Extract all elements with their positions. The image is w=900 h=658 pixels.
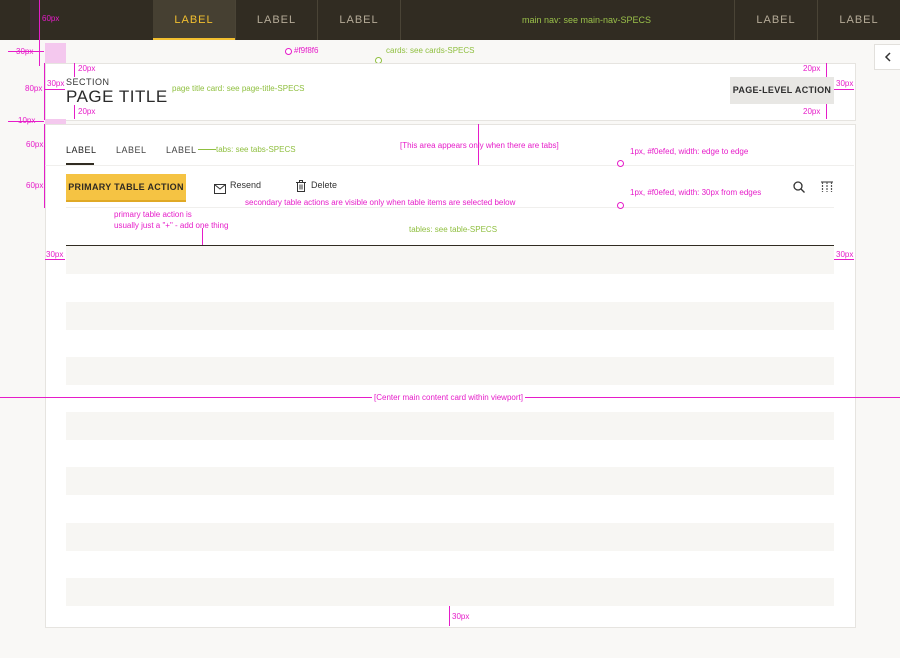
measure-line: [826, 104, 827, 119]
padding-left-label: 30px: [47, 79, 65, 88]
measure-line: [45, 259, 65, 260]
padding-top-label: 20px: [78, 64, 96, 73]
nav-tab[interactable]: LABEL: [735, 0, 817, 40]
table-row[interactable]: [66, 302, 834, 330]
table-row[interactable]: [66, 357, 834, 385]
margin-highlight: [45, 43, 66, 63]
nav-tab[interactable]: LABEL: [153, 0, 235, 40]
table-row[interactable]: [66, 467, 834, 495]
padding-right-label: 30px: [836, 79, 854, 88]
tabs-area-note: [This area appears only when there are t…: [400, 141, 559, 150]
padding-top-right-label: 20px: [803, 64, 821, 73]
nav-tab[interactable]: LABEL: [318, 0, 400, 40]
bottom-padding-label: 30px: [452, 612, 470, 621]
table-row[interactable]: [66, 523, 834, 551]
tabs-note-arrow: [198, 149, 216, 150]
tabs-height-label: 60px: [26, 140, 44, 149]
tab-label-2[interactable]: LABEL: [116, 145, 147, 155]
padding-bottom-right-label: 20px: [803, 107, 821, 116]
primary-action-note-2: usually just a "+" - add one thing: [114, 221, 229, 230]
measure-line: [834, 89, 854, 90]
tab-label-1[interactable]: LABEL: [66, 145, 97, 155]
page-title: PAGE TITLE: [66, 87, 168, 106]
padding-bottom-label: 20px: [78, 107, 96, 116]
table-row[interactable]: [66, 246, 834, 274]
chevron-left-icon: [884, 52, 891, 62]
tabs-divider: [45, 165, 854, 166]
measure-line: [45, 89, 65, 90]
tables-note: tables: see table-SPECS: [409, 225, 498, 234]
primary-action-note-1: primary table action is: [114, 210, 192, 219]
measure-line: [834, 259, 854, 260]
nav-height-label: 60px: [42, 14, 60, 23]
measure-line: [74, 105, 75, 119]
tab-label-3[interactable]: LABEL: [166, 145, 197, 155]
delete-action[interactable]: Delete: [311, 180, 337, 190]
cards-note: cards: see cards-SPECS: [386, 46, 475, 55]
divider-note-1: 1px, #f0efed, width: edge to edge: [630, 147, 749, 156]
main-nav-note: main nav: see main-nav-SPECS: [522, 15, 652, 25]
table-actions-divider: [66, 207, 834, 208]
page-level-action-button[interactable]: PAGE-LEVEL ACTION: [730, 77, 834, 104]
nav-tab[interactable]: LABEL: [818, 0, 900, 40]
section-label: SECTION: [66, 77, 110, 87]
main-nav: LABEL LABEL LABEL main nav: see main-nav…: [0, 0, 900, 40]
secondary-action-note: secondary table actions are visible only…: [245, 198, 516, 207]
actions-height-label: 60px: [26, 181, 44, 190]
mail-icon[interactable]: [214, 181, 226, 199]
measure-line: [8, 121, 44, 122]
measure-line: [478, 124, 479, 165]
nav-measure-line: [39, 0, 40, 66]
measure-line: [44, 124, 45, 208]
tabs-note: tabs: see tabs-SPECS: [216, 145, 296, 154]
measure-line: [449, 606, 450, 626]
measure-line: [8, 51, 44, 52]
trash-icon[interactable]: [296, 179, 306, 197]
divider-note-2: 1px, #f0efed, width: 30px from edges: [630, 188, 762, 197]
measure-line: [826, 63, 827, 77]
divider-dot-1: [617, 160, 624, 167]
resend-action[interactable]: Resend: [230, 180, 261, 190]
search-icon[interactable]: [793, 180, 805, 198]
table-right-margin-label: 30px: [836, 250, 854, 259]
page-title-note: page title card: see page-title-SPECS: [172, 84, 305, 93]
primary-table-action-button[interactable]: PRIMARY TABLE ACTION: [66, 174, 186, 202]
nav-divider: [400, 0, 401, 40]
collapse-panel-button[interactable]: [874, 44, 900, 70]
table-left-margin-label: 30px: [46, 250, 64, 259]
center-note: [Center main content card within viewpor…: [372, 393, 525, 402]
card-height-label: 80px: [25, 84, 43, 93]
divider-dot-2: [617, 202, 624, 209]
table-row[interactable]: [66, 578, 834, 606]
table-row[interactable]: [66, 412, 834, 440]
bg-color-note: #f9f8f6: [294, 46, 319, 55]
bg-color-dot: [285, 48, 292, 55]
nav-tab[interactable]: LABEL: [236, 0, 317, 40]
columns-icon[interactable]: [821, 180, 833, 198]
measure-line: [44, 63, 45, 120]
measure-line: [74, 63, 75, 77]
